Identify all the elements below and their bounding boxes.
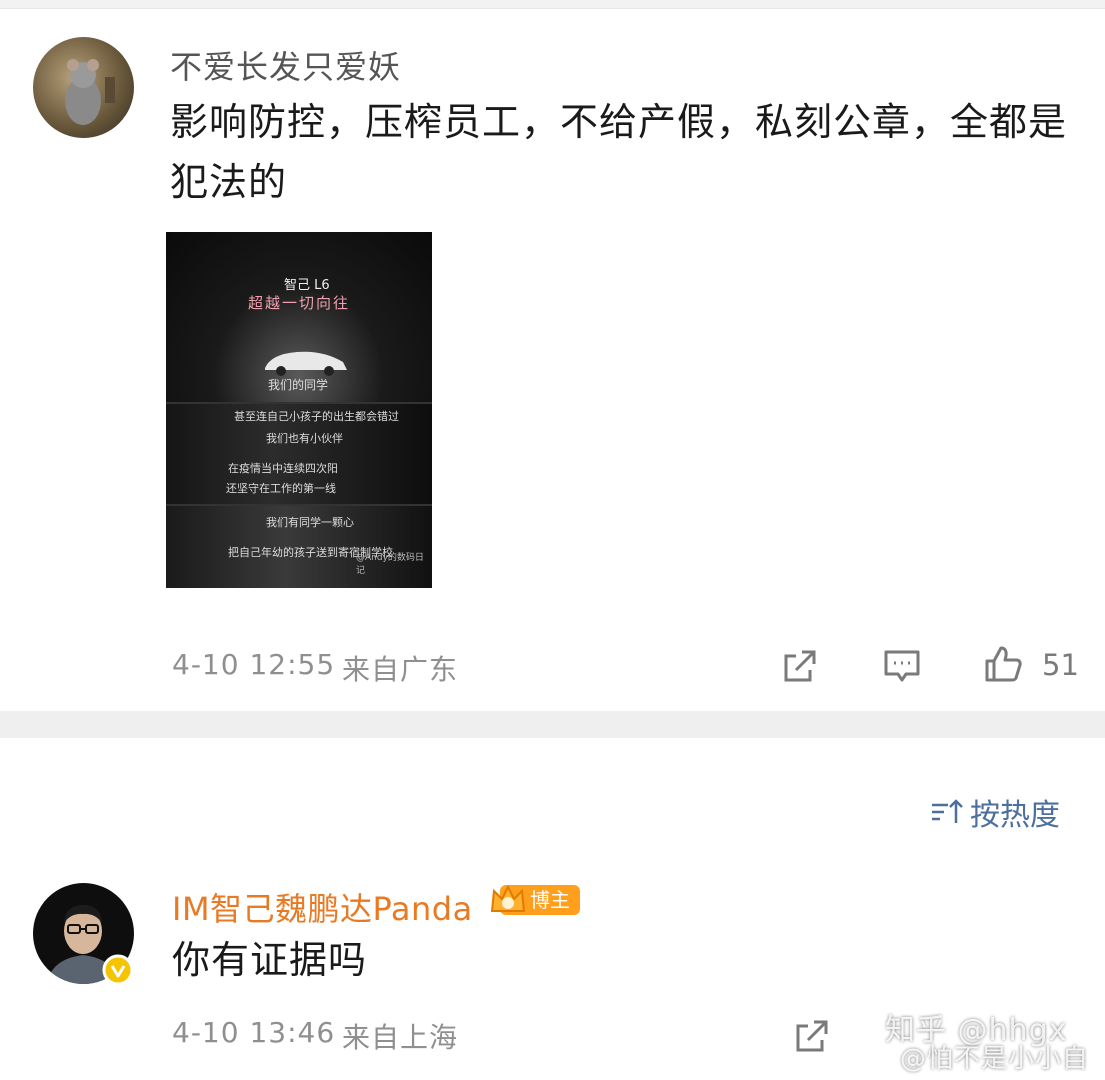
top-separator: [0, 0, 1105, 9]
image-caption-line: 甚至连自己小孩子的出生都会错过: [234, 410, 399, 423]
blogger-badge: 博主: [490, 884, 580, 915]
comment-text: 影响防控，压榨员工，不给产假，私刻公章，全都是犯法的: [170, 100, 1068, 204]
image-caption-line: 我们有同学一颗心: [266, 516, 354, 529]
comment-location: 来自广东: [342, 653, 459, 686]
like-icon[interactable]: [983, 644, 1023, 684]
comment-text: 你有证据吗: [172, 938, 368, 982]
section-divider: [0, 711, 1105, 738]
image-caption-line: @Andy的数码日记: [356, 553, 424, 576]
watermark-weibo: @怕不是小小自: [900, 1044, 1090, 1074]
repost-icon[interactable]: [792, 1016, 832, 1056]
sort-label: 按热度: [970, 798, 1060, 833]
image-brand: 智己 L6: [284, 278, 330, 293]
comment-timestamp: 4-10 13:46: [172, 1016, 336, 1049]
comment-timestamp: 4-10 12:55: [172, 648, 336, 681]
image-tagline: 超越一切向往: [248, 294, 351, 312]
comment-username[interactable]: 不爱长发只爱妖: [170, 42, 401, 88]
image-caption-line: 我们也有小伙伴: [266, 432, 343, 445]
car-icon: [265, 351, 347, 376]
comment-attached-image[interactable]: 智己 L6 超越一切向往 我们的同学 甚至连自己小孩子的出生都会错过 我们也有小…: [166, 232, 432, 588]
crown-icon: [490, 884, 526, 912]
comment-icon[interactable]: [882, 646, 922, 686]
comment-location: 来自上海: [342, 1021, 459, 1054]
image-caption-line: 还坚守在工作的第一线: [226, 482, 336, 495]
repost-icon[interactable]: [780, 646, 820, 686]
like-count: 51: [1042, 648, 1079, 682]
avatar-rat-icon: [65, 59, 115, 125]
sort-toggle[interactable]: 按热度: [930, 790, 1060, 834]
sort-icon: [932, 799, 963, 823]
verified-icon: [102, 954, 134, 986]
image-caption-line: 我们的同学: [268, 378, 329, 392]
avatar[interactable]: [33, 37, 134, 138]
image-caption-line: 在疫情当中连续四次阳: [228, 462, 338, 475]
comment-username[interactable]: IM智己魏鹏达Panda: [172, 884, 473, 930]
